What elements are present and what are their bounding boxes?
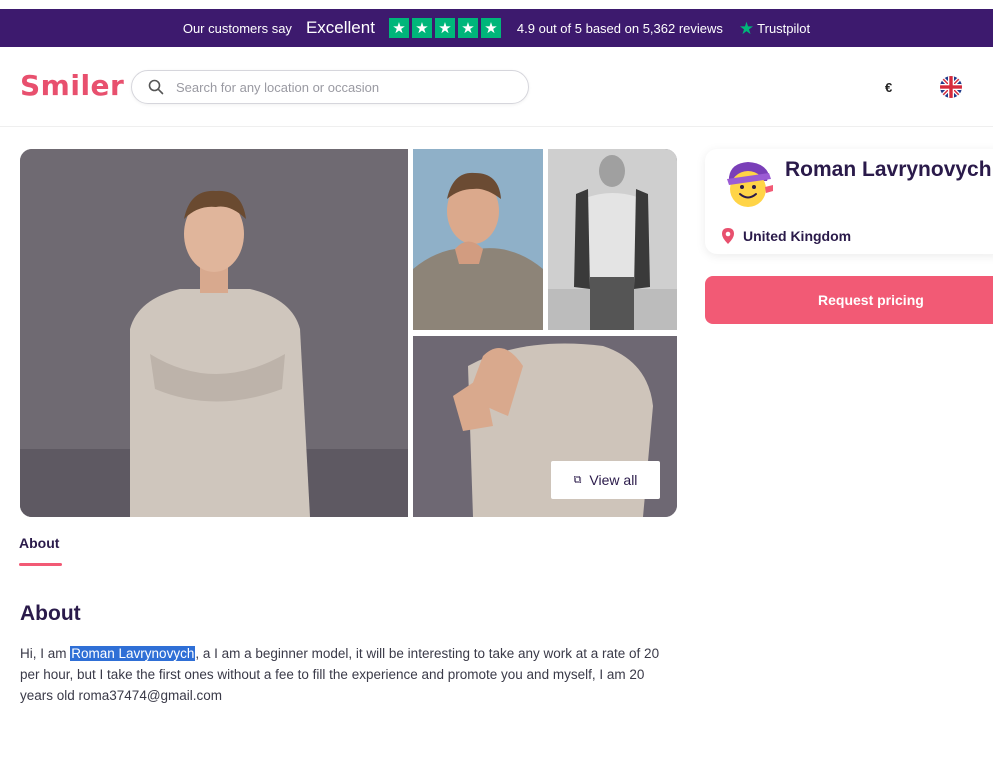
profile-location: United Kingdom: [721, 228, 851, 244]
trustpilot-rating: 4.9 out of 5 based on 5,362 reviews: [516, 20, 723, 36]
request-pricing-button[interactable]: Request pricing: [705, 276, 993, 324]
trustpilot-logo-link[interactable]: ★ Trustpilot: [739, 20, 810, 37]
currency-selector[interactable]: €: [885, 80, 892, 95]
star-icon: ★: [388, 18, 409, 38]
gallery-icon: ⧉: [573, 473, 582, 486]
about-text-highlight: Roman Lavrynovych: [70, 646, 196, 661]
about-text: Hi, I am Roman Lavrynovych, a I am a beg…: [20, 643, 680, 706]
tab-about[interactable]: About: [19, 535, 59, 551]
trustpilot-customers-say: Our customers say: [182, 20, 292, 36]
avatar: [727, 162, 773, 207]
star-icon: ★: [457, 18, 478, 38]
search-bar[interactable]: [131, 70, 529, 104]
location-pin-icon: [722, 228, 734, 244]
search-input[interactable]: [176, 79, 496, 95]
profile-name: Roman Lavrynovych: [785, 158, 992, 181]
about-text-intro: Hi, I am: [20, 646, 71, 661]
uk-flag-icon[interactable]: [940, 76, 962, 98]
trustpilot-excellent: Excellent: [305, 18, 375, 37]
gallery-photo-2[interactable]: [413, 149, 543, 330]
tab-active-indicator: [19, 563, 62, 566]
site-header: Smiler €: [0, 47, 993, 127]
gallery-photo-3[interactable]: [548, 149, 677, 330]
trustpilot-bar: Our customers say Excellent ★ ★ ★ ★ ★ 4.…: [0, 9, 993, 47]
star-icon: ★: [411, 18, 432, 38]
gallery-photo-main[interactable]: [20, 149, 408, 517]
view-all-label: View all: [589, 472, 638, 488]
trustpilot-star-icon: ★: [738, 18, 755, 38]
profile-card: Roman Lavrynovych United Kingdom: [705, 149, 993, 254]
trustpilot-stars: ★ ★ ★ ★ ★: [388, 18, 501, 38]
star-icon: ★: [434, 18, 455, 38]
search-icon: [148, 79, 164, 95]
trustpilot-brand: Trustpilot: [757, 20, 811, 36]
smiler-logo[interactable]: Smiler: [20, 69, 124, 102]
about-heading: About: [20, 602, 81, 625]
view-all-button[interactable]: ⧉ View all: [551, 461, 660, 499]
location-text: United Kingdom: [743, 228, 852, 244]
star-icon: ★: [480, 18, 501, 38]
